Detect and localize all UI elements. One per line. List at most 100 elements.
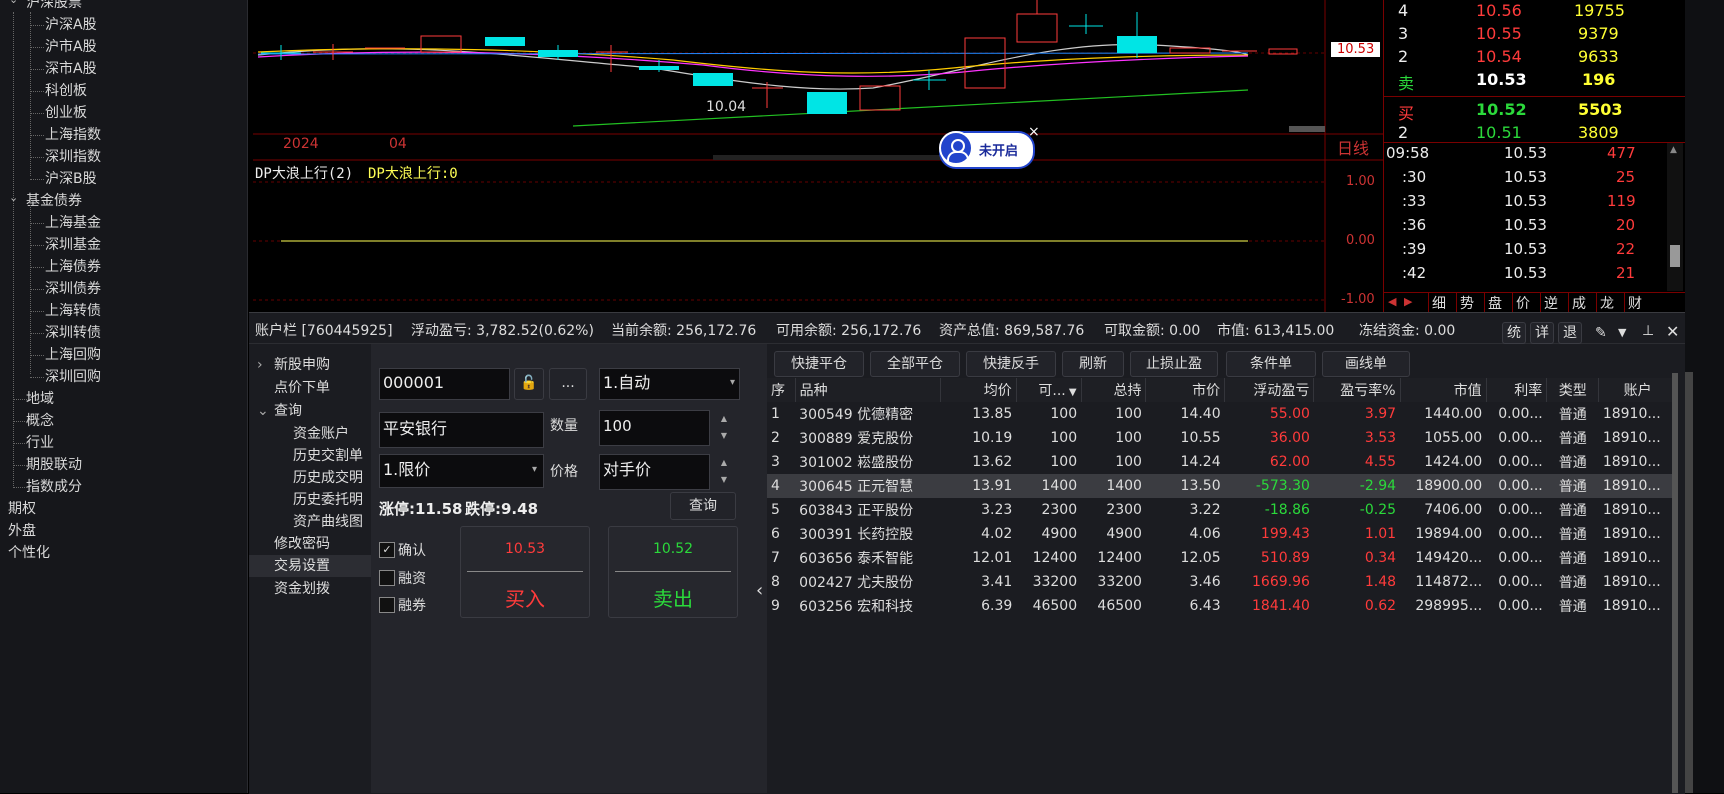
sidebar-item[interactable]: 创业板 [0,102,247,124]
kline-canvas[interactable] [253,0,1383,312]
sidebar-item[interactable]: 指数成分 [0,476,247,498]
pin-icon[interactable]: ✎ [1595,325,1607,341]
quote-tab[interactable]: 势 [1456,293,1474,313]
toolbar-button[interactable]: 快捷反手 [966,351,1056,377]
sidebar-item[interactable]: 沪市A股 [0,36,247,58]
column-header[interactable]: 品种 [795,378,942,402]
sidebar-item[interactable]: 科创板 [0,80,247,102]
sidebar-item[interactable]: 期权 [0,498,247,520]
ask-level[interactable]: 卖 10.53 196 [1384,70,1686,93]
collapse-icon[interactable]: ‹ [756,580,763,601]
dock-icon[interactable]: ⊥ [1642,323,1654,339]
quote-tab[interactable]: 盘 [1484,293,1502,313]
sidebar-item[interactable]: 个性化 [0,542,247,564]
table-row[interactable]: 7 603656 泰禾智能 12.01 12400 12400 12.05 510.89 0.… [767,546,1677,570]
sidebar-item[interactable]: 概念 [0,410,247,432]
qty-stepper[interactable]: ▲ ▼ [714,410,734,444]
tick-scrollbar[interactable]: ▲ [1667,143,1683,291]
more-button[interactable]: ... [549,368,587,400]
column-header[interactable]: 序 [767,378,796,402]
quote-tab[interactable]: 细 [1428,293,1446,313]
table-row[interactable]: 5 603843 正平股份 3.23 2300 2300 3.22 -18.86 -0.25 7… [767,498,1677,522]
toolbar-button[interactable]: 条件单 [1226,351,1316,377]
sidebar-item[interactable]: 上海转债 [0,300,247,322]
sidebar-item[interactable]: 深圳债券 [0,278,247,300]
step-up-icon[interactable]: ▲ [714,454,734,471]
toolbar-button[interactable]: 刷新 [1062,351,1124,377]
badge-close-icon[interactable]: × [1028,124,1040,140]
close-icon[interactable]: ✕ [1666,322,1679,341]
sidebar-item[interactable]: 外盘 [0,520,247,542]
quote-tab[interactable]: 龙 [1596,293,1614,313]
quote-tab[interactable]: 成 [1568,293,1586,313]
quote-tab[interactable]: 逆 [1540,293,1558,313]
column-header[interactable]: 类型 [1546,378,1600,402]
ask-level[interactable]: 4 10.56 19755 [1384,1,1686,24]
step-down-icon[interactable]: ▼ [714,471,734,488]
table-row[interactable]: 3 301002 崧盛股份 13.62 100 100 14.24 62.00 4.55 142… [767,450,1677,474]
grid-scrollbar[interactable] [1672,373,1678,793]
column-header[interactable]: 总持 [1081,378,1147,402]
stock-code-input[interactable]: 000001 [379,368,510,400]
sidebar-item[interactable]: 期股联动 [0,454,247,476]
table-row[interactable]: 2 300889 爱克股份 10.19 100 100 10.55 36.00 3.53 105… [767,426,1677,450]
column-header[interactable]: 可... ▼ [1016,378,1082,402]
sell-button[interactable]: 10.52 卖出 [608,526,738,618]
confirm-checkbox[interactable]: ✓ [379,542,395,558]
toolbar-button[interactable]: 全部平仓 [870,351,960,377]
chevron-down-icon[interactable]: ⌄ [9,0,18,11]
trade-nav-item[interactable]: 资金划拨 [249,578,371,600]
main-scrollbar[interactable] [1685,372,1693,793]
lock-button[interactable]: 🔓 [514,368,544,400]
assistant-badge[interactable]: 未开启 [939,131,1035,169]
sidebar-item[interactable]: 深圳转债 [0,322,247,344]
trade-nav-item[interactable]: 历史成交明 [249,467,371,489]
stats-button[interactable]: 统 [1502,322,1526,344]
sidebar-item[interactable]: 行业 [0,432,247,454]
toolbar-button[interactable]: 画线单 [1322,351,1410,377]
trade-nav-item[interactable]: 资金账户 [249,423,371,445]
margin-checkbox[interactable] [379,570,395,586]
indicator-name[interactable]: DP大浪上行(2) [255,163,353,183]
toolbar-button[interactable]: 快捷平仓 [774,351,864,377]
price-stepper[interactable]: ▲ ▼ [714,454,734,488]
trade-nav-item[interactable]: 点价下单 [249,377,371,399]
sidebar-item[interactable]: 上海回购 [0,344,247,366]
bid-level[interactable]: 买 10.52 5503 [1384,100,1686,123]
ask-level[interactable]: 3 10.55 9379 [1384,24,1686,47]
tab-prev-icon[interactable]: ◀ [1388,295,1396,308]
sidebar-item[interactable]: 沪深B股 [0,168,247,190]
quote-tab[interactable]: 财 [1624,293,1642,313]
column-header[interactable]: 市价 [1145,378,1226,402]
sidebar-item[interactable]: 深圳基金 [0,234,247,256]
trade-nav-item[interactable]: ⌄ 查询 [249,400,371,422]
sidebar-item[interactable]: 上海基金 [0,212,247,234]
column-header[interactable]: 市值 [1400,378,1487,402]
column-header[interactable]: 盈亏率% [1313,378,1401,402]
trade-nav-item[interactable]: 交易设置 [249,555,371,577]
mode-select[interactable]: 1.自动 ▾ [599,368,740,400]
sidebar-item[interactable]: 深市A股 [0,58,247,80]
table-row[interactable]: 1 300549 优德精密 13.85 100 100 14.40 55.00 3.97 144… [767,402,1677,426]
trade-nav-item[interactable]: 资产曲线图 [249,511,371,533]
sidebar-item[interactable]: 沪深股票 ⌄ [0,0,247,14]
table-row[interactable]: 8 002427 尤夫股份 3.41 33200 33200 3.46 1669.96 1.4… [767,570,1677,594]
sidebar-item[interactable]: 深圳指数 [0,146,247,168]
sidebar-item[interactable]: 基金债券 ⌄ [0,190,247,212]
sidebar-item[interactable]: 上海指数 [0,124,247,146]
price-type-select[interactable]: 1.限价 ▾ [379,454,544,488]
toolbar-button[interactable]: 止损止盈 [1130,351,1218,377]
step-down-icon[interactable]: ▼ [714,427,734,444]
query-button[interactable]: 查询 [670,492,736,520]
column-header[interactable]: 浮动盈亏 [1224,378,1315,402]
table-row[interactable]: 6 300391 长药控股 4.02 4900 4900 4.06 199.43 1.01 19… [767,522,1677,546]
trade-nav-item[interactable]: 历史交割单 [249,445,371,467]
sidebar-item[interactable]: 上海债券 [0,256,247,278]
account-id[interactable]: 账户栏 [760445925] [255,320,393,340]
logout-button[interactable]: 退 [1558,322,1582,344]
quote-tab[interactable]: 价 [1512,293,1530,313]
short-checkbox[interactable] [379,597,395,613]
column-header[interactable]: 利率 [1486,378,1548,402]
price-input[interactable]: 对手价 [599,454,710,490]
sidebar-item[interactable]: 沪深A股 [0,14,247,36]
